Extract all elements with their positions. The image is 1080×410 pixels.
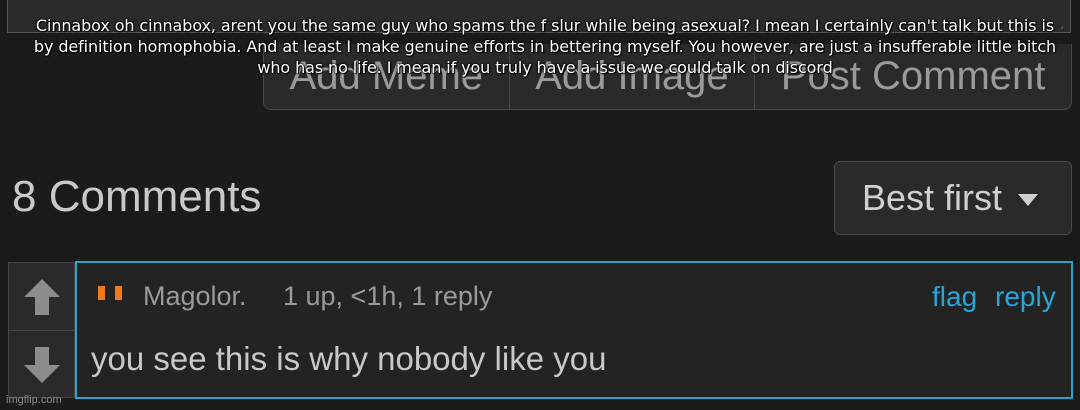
comments-count: 8 Comments — [12, 172, 262, 221]
watermark: imgflip.com — [6, 394, 62, 406]
comment-meta: 1 up, <1h, 1 reply — [283, 281, 493, 311]
downvote-arrow-icon — [23, 346, 60, 383]
comment-card: Magolor. 1 up, <1h, 1 reply flag reply y… — [75, 261, 1073, 399]
overlay-caption: Cinnabox oh cinnabox, arent you the same… — [33, 16, 1057, 77]
downvote-button[interactable] — [9, 331, 74, 398]
vote-column — [8, 262, 75, 398]
comment-author[interactable]: Magolor. — [143, 281, 247, 312]
caret-down-icon — [1018, 194, 1039, 206]
reply-link[interactable]: reply — [995, 281, 1056, 313]
flag-link[interactable]: flag — [932, 281, 977, 313]
comment-text: you see this is why nobody like you — [91, 340, 607, 377]
resize-grip-icon[interactable]: ⌟ — [1060, 23, 1066, 30]
upvote-arrow-icon — [23, 278, 60, 315]
quote-icon — [98, 286, 124, 300]
sort-select[interactable]: Best first — [834, 161, 1072, 235]
sort-select-value: Best first — [862, 177, 1003, 218]
upvote-button[interactable] — [9, 263, 74, 331]
